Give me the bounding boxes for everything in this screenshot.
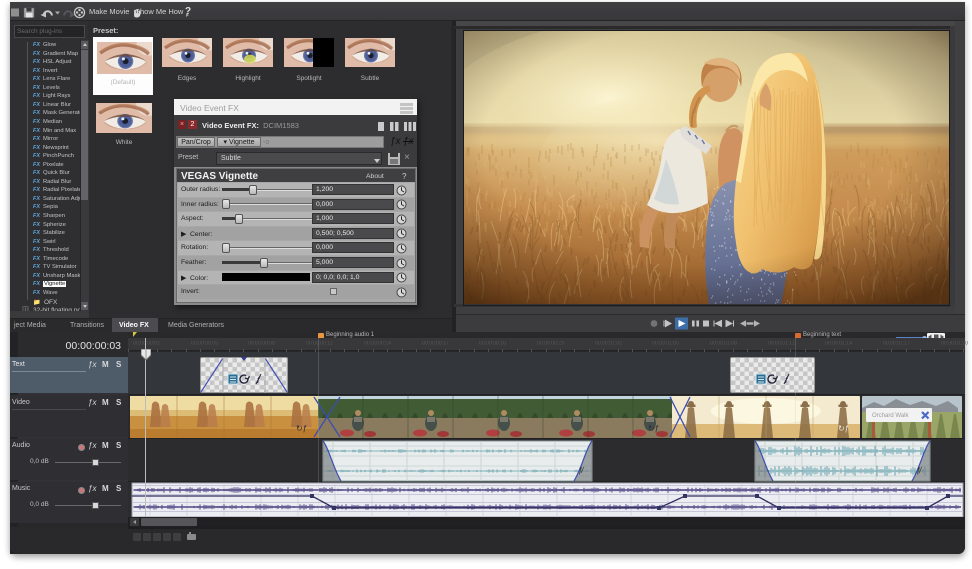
- svg-text:Orchard Walk: Orchard Walk: [872, 413, 909, 419]
- svg-text:f: f: [785, 375, 789, 385]
- svg-text:f: f: [257, 375, 261, 385]
